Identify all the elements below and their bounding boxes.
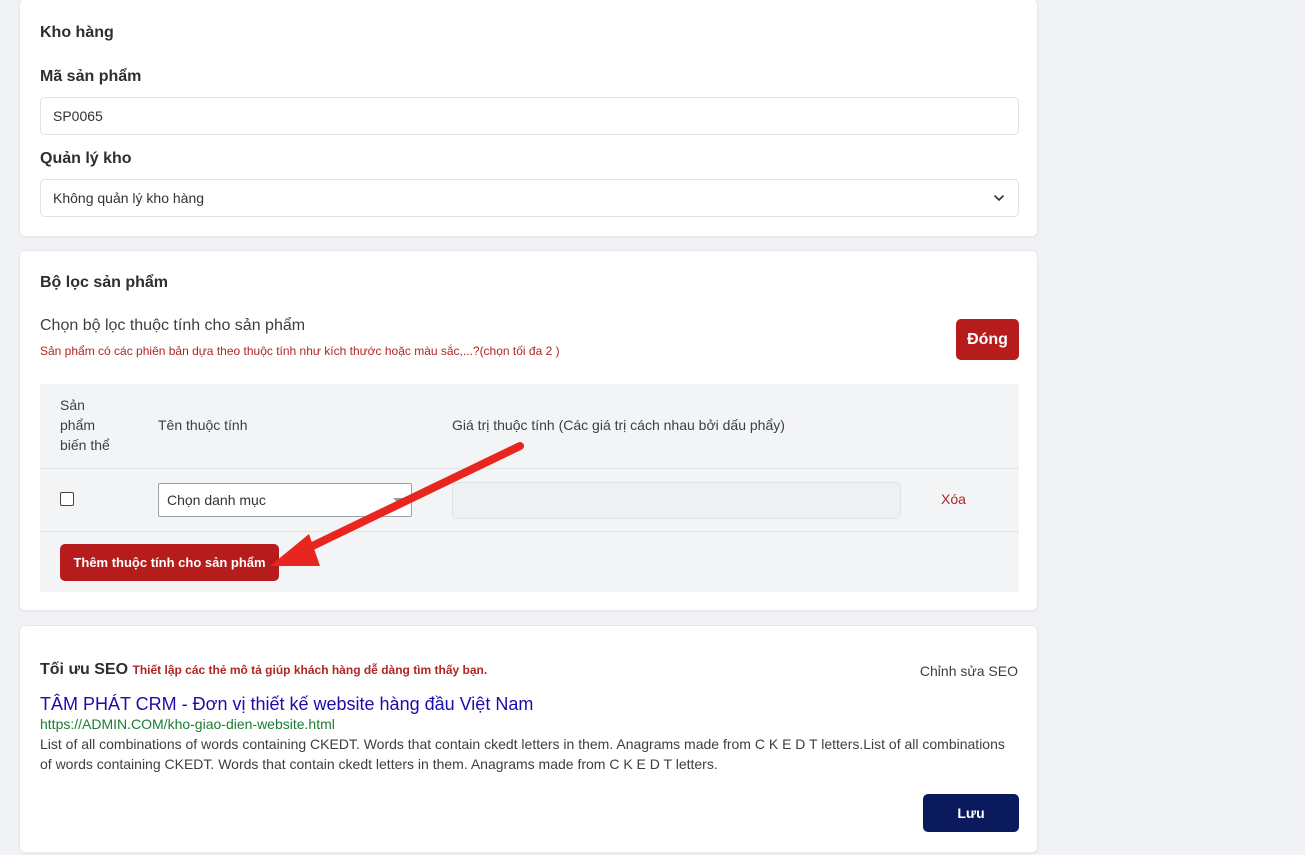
seo-preview-desc: List of all combinations of words contai… (40, 736, 1005, 772)
attribute-value-input[interactable] (452, 482, 901, 519)
col-variant-line3: biến thể (60, 437, 110, 453)
seo-card: Tối ưu SEO Thiết lập các thẻ mô tả giúp … (19, 625, 1038, 853)
delete-link[interactable]: Xóa (941, 491, 966, 507)
close-button[interactable]: Đóng (956, 319, 1019, 360)
chevron-down-icon (994, 195, 1004, 201)
sku-input[interactable]: SP0065 (40, 97, 1019, 135)
warehouse-card: Kho hàng Mã sản phẩm SP0065 Quản lý kho … (19, 0, 1038, 237)
col-attr-value-header: Giá trị thuộc tính (Các giá trị cách nha… (452, 417, 785, 433)
manage-label: Quản lý kho (40, 150, 132, 167)
attribute-panel: Sản phẩm biến thể Tên thuộc tính Giá trị… (40, 384, 1019, 592)
seo-preview-url: https://ADMIN.COM/kho-giao-dien-website.… (40, 716, 335, 732)
row-divider (40, 531, 1019, 532)
add-attribute-button[interactable]: Thêm thuộc tính cho sản phẩm (60, 544, 279, 581)
header-divider (40, 468, 1019, 469)
filter-title: Bộ lọc sản phẩm (40, 274, 169, 291)
seo-hint: Thiết lập các thẻ mô tả giúp khách hàng … (132, 663, 488, 677)
edit-seo-link[interactable]: Chỉnh sửa SEO (920, 663, 1018, 679)
manage-select-value: Không quản lý kho hàng (53, 190, 205, 206)
sku-label: Mã sản phẩm (40, 68, 142, 85)
col-attr-name-header: Tên thuộc tính (158, 417, 248, 433)
attribute-select-value: Chọn danh mục (167, 492, 266, 508)
filter-card: Bộ lọc sản phẩm Chọn bộ lọc thuộc tính c… (19, 250, 1038, 611)
caret-down-icon (393, 498, 403, 503)
seo-header: Tối ưu SEO Thiết lập các thẻ mô tả giúp … (40, 661, 487, 679)
seo-preview-title: TÂM PHÁT CRM - Đơn vị thiết kế website h… (40, 694, 534, 714)
warehouse-title: Kho hàng (40, 24, 114, 41)
variant-checkbox[interactable] (60, 492, 74, 506)
sku-value: SP0065 (53, 108, 103, 124)
filter-subtitle: Chọn bộ lọc thuộc tính cho sản phẩm (40, 317, 306, 334)
col-variant-line1: Sản (60, 397, 85, 413)
manage-select[interactable]: Không quản lý kho hàng (40, 179, 1019, 217)
filter-hint: Sản phẩm có các phiên bản dựa theo thuộc… (40, 344, 560, 358)
save-button[interactable]: Lưu (923, 794, 1019, 832)
col-variant-line2: phẩm (60, 417, 96, 433)
attribute-select[interactable]: Chọn danh mục (158, 483, 412, 517)
col-variant-header: Sản phẩm biến thể (60, 395, 110, 455)
seo-title: Tối ưu SEO (40, 661, 129, 678)
